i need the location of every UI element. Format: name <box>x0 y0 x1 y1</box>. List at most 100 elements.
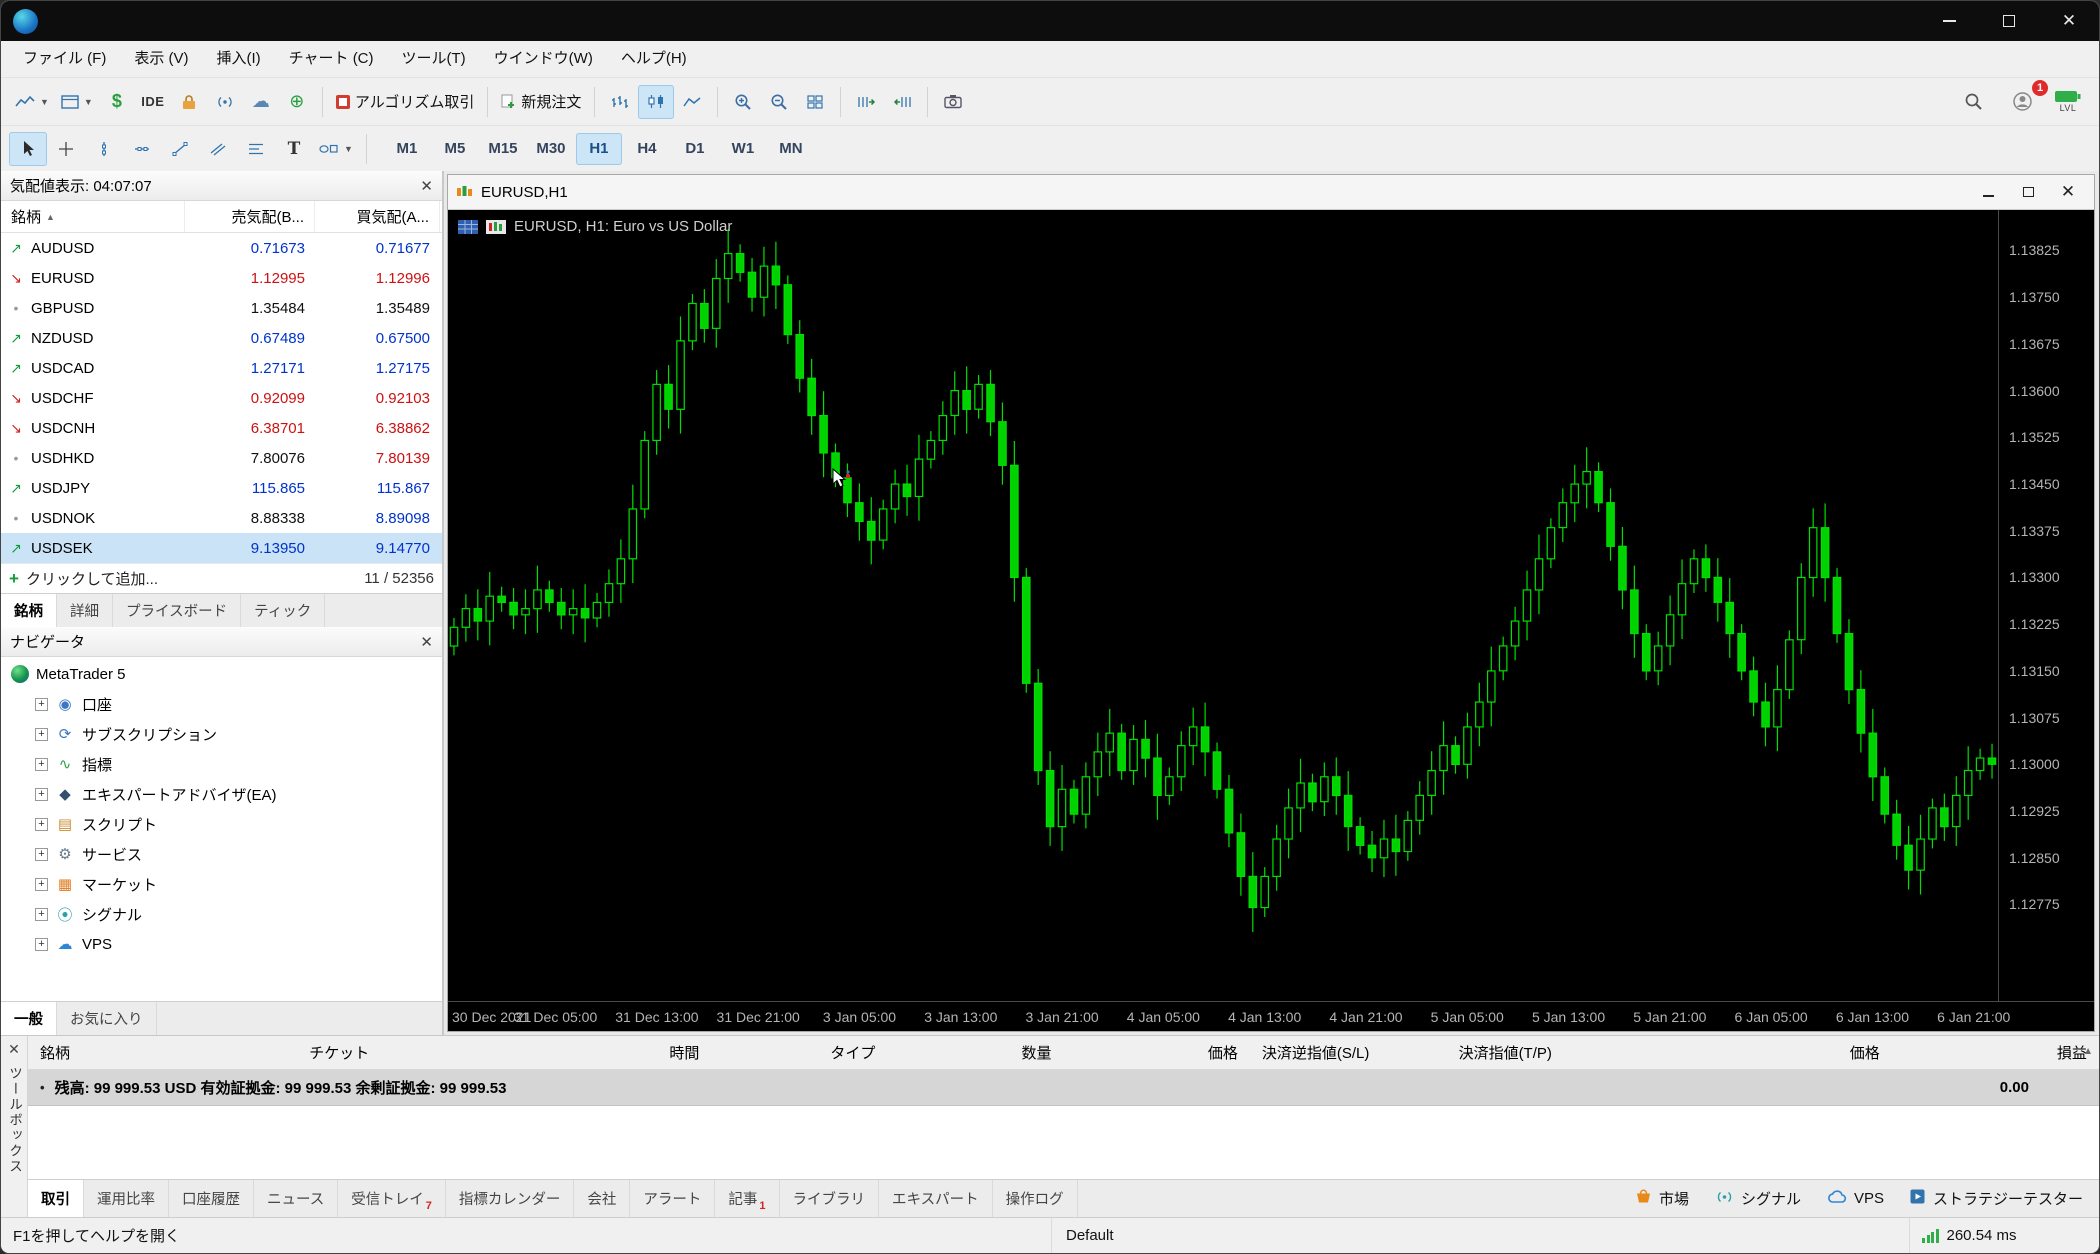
tree-expander-icon[interactable]: + <box>35 817 48 831</box>
tab-ライブラリ[interactable]: ライブラリ <box>780 1180 880 1217</box>
timeframe-M30[interactable]: M30 <box>528 133 574 165</box>
tab-詳細[interactable]: 詳細 <box>57 594 113 627</box>
toolbox-column-header[interactable]: 数量 <box>887 1042 1063 1063</box>
tab-一般[interactable]: 一般 <box>1 1002 57 1035</box>
chart-plot-area[interactable] <box>448 210 1998 1001</box>
cloud-button[interactable]: ☁ <box>243 85 279 119</box>
tree-expander-icon[interactable]: + <box>35 877 48 891</box>
chart-close-button[interactable]: ✕ <box>2050 179 2086 205</box>
toolbox-column-header[interactable]: 銘柄 <box>28 1042 297 1063</box>
tree-expander-icon[interactable]: + <box>35 697 48 711</box>
crosshair-tool-button[interactable] <box>47 132 85 166</box>
metaquotes-id-button[interactable] <box>207 85 243 119</box>
deposit-button[interactable]: $ <box>99 85 135 119</box>
menu-item[interactable]: ウインドウ(W) <box>480 45 607 73</box>
text-tool-button[interactable]: T <box>275 132 313 166</box>
candle-chart-mode-button[interactable] <box>638 84 675 119</box>
market-watch-add-row[interactable]: + クリックして追加... 11 / 52356 <box>1 563 442 593</box>
price-axis[interactable]: 1.13825 1.13750 1.13675 1.13600 1.13525 1.134… <box>1998 210 2094 1001</box>
chart-mini-icon[interactable] <box>486 219 506 234</box>
menu-item[interactable]: 挿入(I) <box>203 45 275 73</box>
timeframe-H1[interactable]: H1 <box>575 132 622 165</box>
navigator-item[interactable]: + ◉ 口座 <box>1 689 442 719</box>
close-icon[interactable]: ✕ <box>420 633 433 651</box>
chart-shift-button[interactable] <box>884 85 920 119</box>
navigator-item[interactable]: + ⚙ サービス <box>1 839 442 869</box>
menu-item[interactable]: ファイル (F) <box>9 45 120 73</box>
tree-expander-icon[interactable]: + <box>35 787 48 801</box>
navigator-item[interactable]: + ☁ VPS <box>1 929 442 959</box>
toolbox-column-header[interactable]: 損益 <box>1892 1042 2099 1063</box>
menu-item[interactable]: ツール(T) <box>388 45 480 73</box>
tab-指標カレンダー[interactable]: 指標カレンダー <box>446 1180 575 1217</box>
toolbox-column-header[interactable]: 価格 <box>1063 1042 1249 1063</box>
community-account-button[interactable]: 1 <box>2005 79 2048 119</box>
chart-minimize-button[interactable] <box>1970 179 2006 205</box>
toolbox-button-market[interactable]: 市場 <box>1635 1188 1689 1209</box>
timeframe-W1[interactable]: W1 <box>720 133 766 165</box>
new-chart-button[interactable]: ▼ <box>55 85 99 119</box>
tree-expander-icon[interactable]: + <box>35 727 48 741</box>
close-button[interactable]: ✕ <box>2039 1 2099 41</box>
market-watch-row[interactable]: • GBPUSD 1.35484 1.35489 <box>1 293 442 323</box>
market-watch-row[interactable]: ↗ USDCAD 1.27171 1.27175 <box>1 353 442 383</box>
fibonacci-tool-button[interactable] <box>237 132 275 166</box>
vertical-line-tool-button[interactable] <box>85 132 123 166</box>
bar-chart-mode-button[interactable] <box>602 85 638 119</box>
toolbox-column-header[interactable]: 価格 <box>1654 1042 1892 1063</box>
market-watch-row[interactable]: • USDHKD 7.80076 7.80139 <box>1 443 442 473</box>
tree-expander-icon[interactable]: + <box>35 757 48 771</box>
toolbox-column-header[interactable]: 決済指値(T/P) <box>1447 1042 1654 1063</box>
status-profile[interactable]: Default <box>1051 1218 1909 1253</box>
navigator-item[interactable]: + ⦿ シグナル <box>1 899 442 929</box>
chart-maximize-button[interactable] <box>2010 179 2046 205</box>
status-latency[interactable]: 260.54 ms <box>1909 1218 2099 1253</box>
chart-type-button[interactable]: ▼ <box>9 85 55 119</box>
close-icon[interactable]: ✕ <box>8 1041 20 1058</box>
navigator-root-item[interactable]: MetaTrader 5 <box>1 659 442 689</box>
shapes-tool-button[interactable]: ▼ <box>313 132 359 166</box>
timeframe-M5[interactable]: M5 <box>432 133 478 165</box>
tab-お気に入り[interactable]: お気に入り <box>57 1002 157 1035</box>
market-watch-row[interactable]: ↘ USDCHF 0.92099 0.92103 <box>1 383 442 413</box>
trendline-tool-button[interactable] <box>161 132 199 166</box>
timeframe-H4[interactable]: H4 <box>624 133 670 165</box>
scroll-up-icon[interactable]: ▲ <box>2083 1046 2093 1057</box>
toolbox-button-vps[interactable]: VPS <box>1827 1189 1884 1208</box>
market-watch-row[interactable]: ↗ USDJPY 115.865 115.867 <box>1 473 442 503</box>
timeframe-MN[interactable]: MN <box>768 133 814 165</box>
navigator-item[interactable]: + ⟳ サブスクリプション <box>1 719 442 749</box>
tab-運用比率[interactable]: 運用比率 <box>84 1180 169 1217</box>
tree-expander-icon[interactable]: + <box>35 907 48 921</box>
minimize-button[interactable] <box>1919 1 1979 41</box>
zoom-out-button[interactable] <box>761 85 797 119</box>
toolbox-column-header[interactable]: タイプ <box>711 1042 887 1063</box>
tab-銘柄[interactable]: 銘柄 <box>1 594 57 627</box>
toolbox-column-header[interactable]: チケット <box>297 1042 483 1063</box>
toolbox-column-header[interactable]: 時間 <box>484 1042 712 1063</box>
tab-アラート[interactable]: アラート <box>630 1180 716 1217</box>
column-symbol[interactable]: 銘柄 ▲ <box>1 201 185 232</box>
market-watch-row[interactable]: ↗ AUDUSD 0.71673 0.71677 <box>1 233 442 263</box>
tab-記事[interactable]: 記事 1 <box>715 1180 780 1217</box>
cursor-tool-button[interactable] <box>9 131 47 166</box>
chart-canvas[interactable]: EURUSD, H1: Euro vs US Dollar 1.13825 1.1… <box>448 209 2094 1031</box>
market-watch-row[interactable]: • USDNOK 8.88338 8.89098 <box>1 503 442 533</box>
navigator-item[interactable]: + ◆ エキスパートアドバイザ(EA) <box>1 779 442 809</box>
tree-expander-icon[interactable]: + <box>35 847 48 861</box>
tab-ティック[interactable]: ティック <box>241 594 326 627</box>
time-axis[interactable]: 30 Dec 2021 31 Dec 05:00 31 Dec 13:00 31 De… <box>448 1001 2094 1031</box>
toolbox-button-signals[interactable]: シグナル <box>1715 1188 1801 1209</box>
timeframe-M1[interactable]: M1 <box>384 133 430 165</box>
new-order-button[interactable]: 新規注文 <box>495 85 587 119</box>
algo-trading-button[interactable]: アルゴリズム取引 <box>330 85 481 119</box>
menu-item[interactable]: チャート (C) <box>275 45 388 73</box>
chart-window-titlebar[interactable]: EURUSD,H1 ✕ <box>448 175 2094 209</box>
horizontal-line-tool-button[interactable] <box>123 132 161 166</box>
market-watch-row[interactable]: ↗ NZDUSD 0.67489 0.67500 <box>1 323 442 353</box>
tab-ニュース[interactable]: ニュース <box>254 1180 339 1217</box>
security-button[interactable] <box>171 85 207 119</box>
navigator-item[interactable]: + ▦ マーケット <box>1 869 442 899</box>
tab-操作ログ[interactable]: 操作ログ <box>993 1180 1078 1217</box>
close-icon[interactable]: ✕ <box>420 177 433 195</box>
